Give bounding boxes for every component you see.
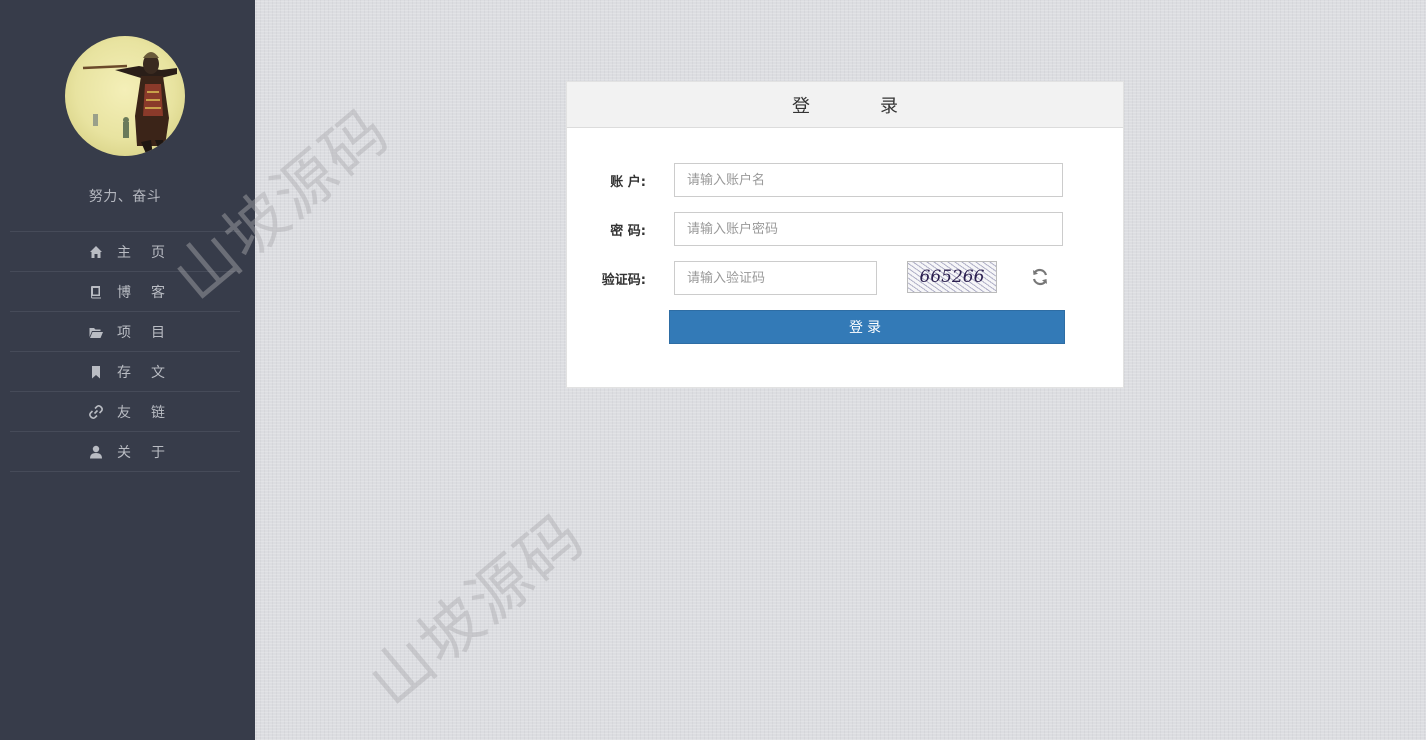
sidebar-item-label: 项目 <box>117 324 185 341</box>
book-icon <box>89 285 103 299</box>
login-panel: 登录 账 户: 密 码: 验证码: 665266 登录 <box>566 81 1124 388</box>
sidebar-item-label: 主页 <box>117 244 185 261</box>
bookmark-icon <box>89 365 103 379</box>
motto-text: 努力、奋斗 <box>88 189 162 205</box>
home-icon <box>89 245 103 259</box>
login-button[interactable]: 登录 <box>669 310 1065 344</box>
account-label: 账 户: <box>610 174 646 190</box>
captcha-input[interactable] <box>674 261 877 295</box>
sidebar-item-about[interactable]: 关于 <box>10 432 240 472</box>
login-panel-header: 登录 <box>567 82 1123 128</box>
sidebar-item-links[interactable]: 友链 <box>10 392 240 432</box>
sidebar: 努力、奋斗 主页 博客 项目 存文 友链 关于 <box>0 0 255 740</box>
refresh-icon[interactable] <box>1030 267 1050 287</box>
sidebar-item-label: 关于 <box>117 444 185 461</box>
sidebar-item-label: 博客 <box>117 284 185 301</box>
sidebar-item-label: 友链 <box>117 404 185 421</box>
account-row: 账 户: <box>567 163 1125 197</box>
link-icon <box>89 404 103 419</box>
sidebar-nav: 主页 博客 项目 存文 友链 关于 <box>10 231 240 472</box>
watermark-text: 山坡源码 <box>355 498 599 720</box>
password-label: 密 码: <box>610 223 646 239</box>
sidebar-item-label: 存文 <box>117 364 185 381</box>
sidebar-item-home[interactable]: 主页 <box>10 232 240 272</box>
user-icon <box>89 445 103 459</box>
login-title: 登录 <box>792 95 968 117</box>
avatar-figure-image <box>82 52 177 156</box>
captcha-image[interactable]: 665266 <box>907 261 997 293</box>
password-input[interactable] <box>674 212 1063 246</box>
folder-open-icon <box>89 325 103 339</box>
password-row: 密 码: <box>567 212 1125 246</box>
sidebar-item-projects[interactable]: 项目 <box>10 312 240 352</box>
captcha-label: 验证码: <box>601 272 646 288</box>
avatar[interactable] <box>65 36 185 156</box>
account-input[interactable] <box>674 163 1063 197</box>
sidebar-item-archive[interactable]: 存文 <box>10 352 240 392</box>
sidebar-item-blog[interactable]: 博客 <box>10 272 240 312</box>
